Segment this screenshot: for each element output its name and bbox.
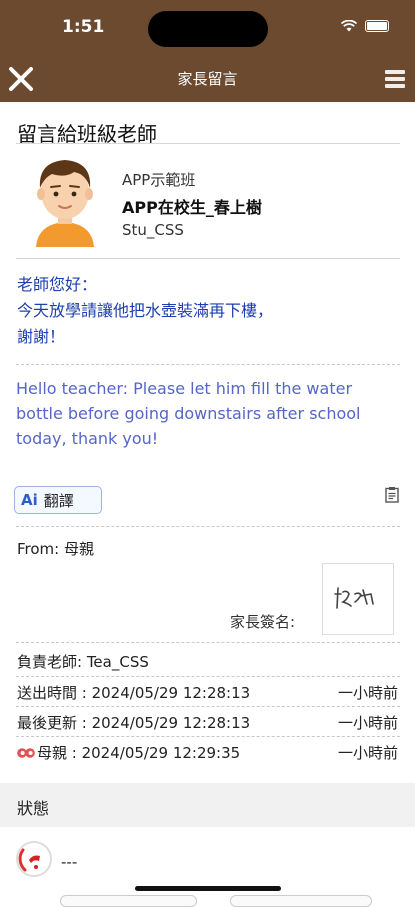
student-id: Stu_CSS xyxy=(122,221,184,239)
sent-ago: 一小時前 xyxy=(337,684,398,702)
divider xyxy=(16,364,400,365)
status-icons xyxy=(341,20,389,32)
message-line: 謝謝！ xyxy=(17,327,66,346)
home-indicator xyxy=(135,886,281,891)
from-text: From: 母親 xyxy=(17,540,94,558)
signature-scribble xyxy=(334,587,374,609)
updated-ago: 一小時前 xyxy=(337,714,398,732)
ai-logo-icon: Ai xyxy=(21,491,38,509)
status-time: 1:51 xyxy=(62,17,105,37)
divider xyxy=(16,258,400,259)
class-name: APP示範班 xyxy=(122,171,196,189)
translate-label: 翻譯 xyxy=(43,491,74,510)
student-avatar xyxy=(36,160,94,247)
signature-image[interactable] xyxy=(322,563,394,635)
divider xyxy=(16,526,400,527)
student-name: APP在校生_春上樹 xyxy=(122,198,262,217)
teacher-text: 負責老師: Tea_CSS xyxy=(17,653,149,671)
message-line: 老師您好： xyxy=(17,275,98,294)
ai-translate-button[interactable]: Ai 翻譯 xyxy=(14,486,102,514)
teacher-row: 負責老師: Tea_CSS xyxy=(17,651,398,672)
status-section-header: 狀態 xyxy=(0,783,415,827)
updated-time-text: 最後更新 : 2024/05/29 12:28:13 xyxy=(17,714,251,732)
message-english: Hello teacher: Please let him fill the w… xyxy=(16,379,361,448)
divider xyxy=(16,642,400,643)
dynamic-island xyxy=(148,11,268,47)
status-section-title: 狀態 xyxy=(17,799,50,818)
battery-icon xyxy=(365,20,389,32)
nav-title: 家長留言 xyxy=(177,70,238,88)
top-bar: 1:51 家長留言 xyxy=(0,0,415,102)
read-by-text: 母親 : 2024/05/29 12:29:35 xyxy=(37,744,241,762)
status-value: --- xyxy=(61,853,78,871)
status-icon xyxy=(16,841,52,877)
divider xyxy=(16,736,400,737)
clipboard-icon[interactable] xyxy=(385,486,399,503)
sent-time-text: 送出時間 : 2024/05/29 12:28:13 xyxy=(17,684,251,702)
sent-time-row: 送出時間 : 2024/05/29 12:28:13 一小時前 xyxy=(17,682,398,703)
read-ago: 一小時前 xyxy=(337,744,398,762)
read-by-row: 母親 : 2024/05/29 12:29:35 一小時前 xyxy=(17,742,398,763)
message-chinese: 老師您好： 今天放學請讓他把水壺裝滿再下樓， 謝謝！ xyxy=(17,272,273,350)
bottom-button-left[interactable] xyxy=(60,895,197,907)
updated-time-row: 最後更新 : 2024/05/29 12:28:13 一小時前 xyxy=(17,712,398,733)
wifi-icon xyxy=(341,20,357,32)
message-line: 今天放學請讓他把水壺裝滿再下樓， xyxy=(17,301,274,320)
bottom-button-right[interactable] xyxy=(230,895,372,907)
divider xyxy=(16,676,400,677)
read-eyes-icon xyxy=(17,748,35,758)
divider xyxy=(16,143,400,144)
signature-label: 家長簽名: xyxy=(230,613,296,631)
menu-icon[interactable] xyxy=(385,70,405,90)
divider xyxy=(16,706,400,707)
